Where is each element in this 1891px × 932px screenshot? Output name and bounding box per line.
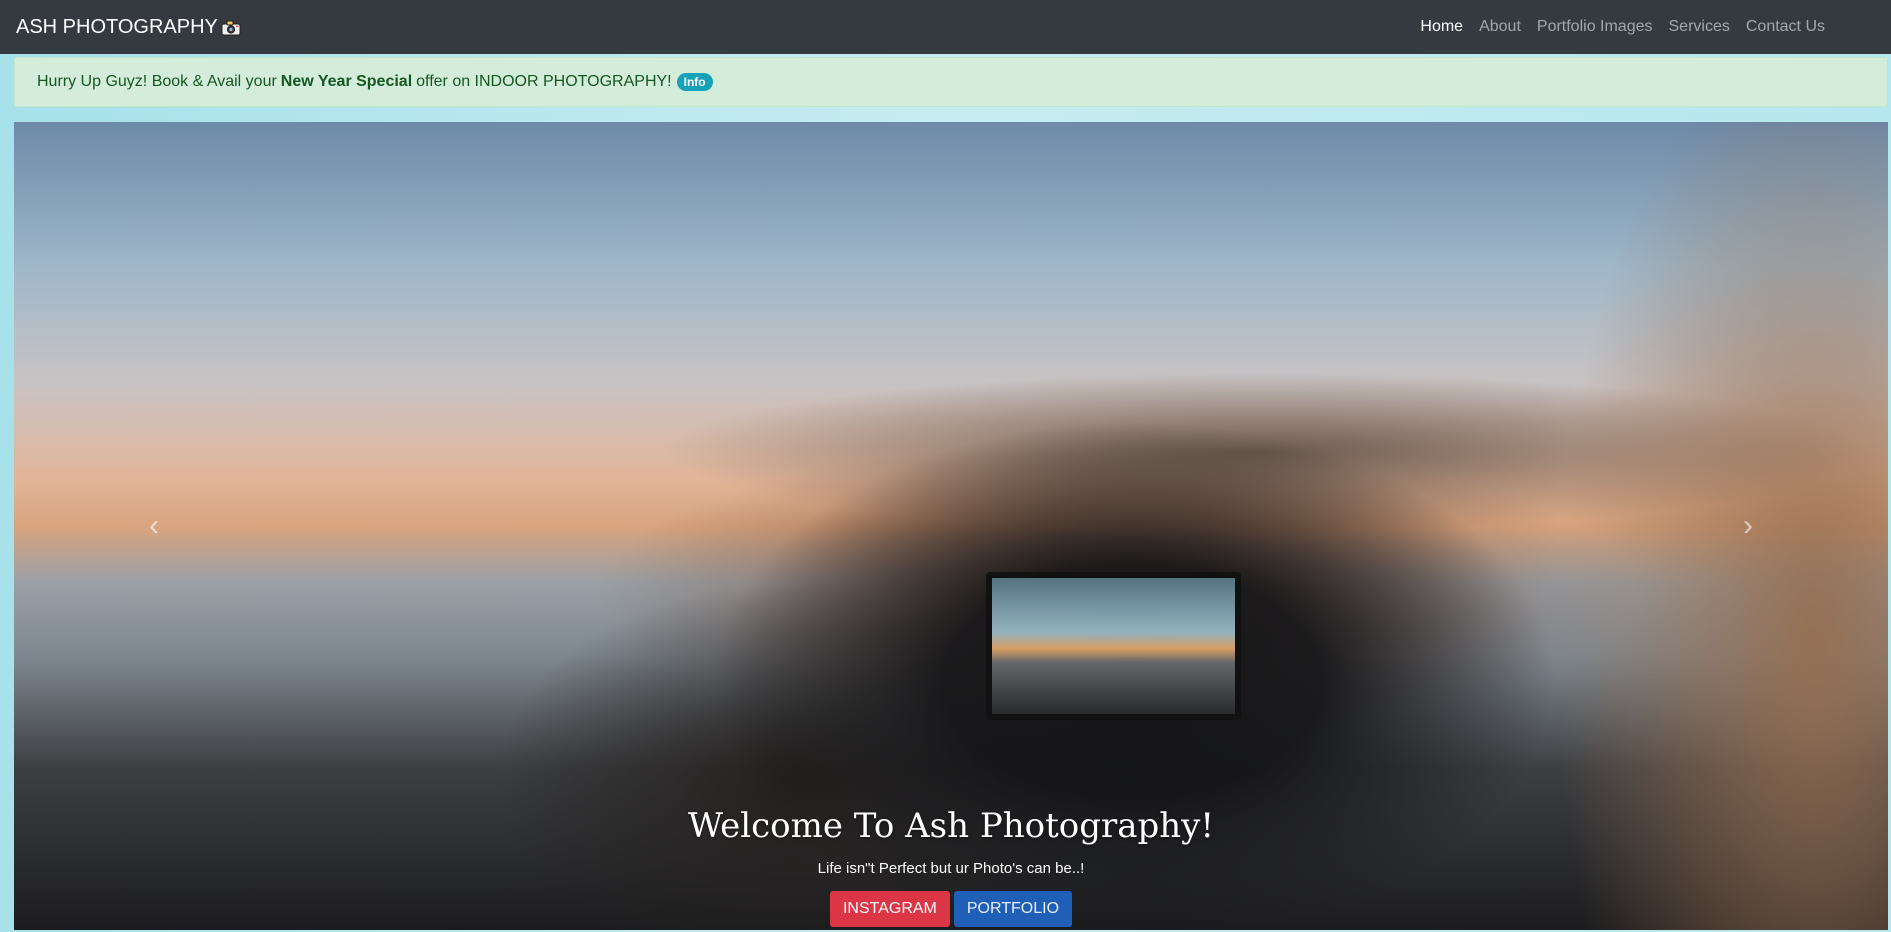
alert-text-after: offer on INDOOR PHOTOGRAPHY! [416, 73, 672, 90]
camera-icon [221, 19, 241, 36]
nav-links: Home About Portfolio Images Services Con… [1412, 10, 1833, 44]
carousel-caption: Welcome To Ash Photography! Life isn"t P… [14, 806, 1888, 927]
instagram-button[interactable]: INSTAGRAM [829, 891, 950, 927]
alert-highlight: New Year Special [280, 73, 413, 90]
nav-about[interactable]: About [1471, 10, 1529, 44]
nav-contact-us[interactable]: Contact Us [1738, 10, 1833, 44]
alert-text-before: Hurry Up Guyz! Book & Avail your [37, 73, 277, 90]
chevron-right-icon: › [1743, 509, 1753, 542]
hero-subtitle: Life isn"t Perfect but ur Photo's can be… [817, 860, 1085, 877]
brand-link[interactable]: ASH PHOTOGRAPHY [16, 16, 241, 39]
hero-image-camera-screen [986, 572, 1241, 720]
nav-services[interactable]: Services [1661, 10, 1738, 44]
hero-title: Welcome To Ash Photography! [687, 806, 1215, 846]
hero-buttons: INSTAGRAM PORTFOLIO [14, 891, 1888, 927]
hero-carousel: ‹ › Welcome To Ash Photography! Life isn… [14, 122, 1888, 930]
navbar: ASH PHOTOGRAPHY Home About Portfolio Ima… [0, 0, 1891, 54]
promo-alert: Hurry Up Guyz! Book & Avail your New Yea… [14, 57, 1888, 107]
brand-name: ASH PHOTOGRAPHY [16, 15, 218, 38]
info-badge: Info [676, 73, 713, 91]
chevron-left-icon: ‹ [149, 509, 159, 542]
nav-portfolio-images[interactable]: Portfolio Images [1529, 10, 1661, 44]
nav-home[interactable]: Home [1412, 10, 1471, 44]
portfolio-button[interactable]: PORTFOLIO [953, 891, 1073, 927]
